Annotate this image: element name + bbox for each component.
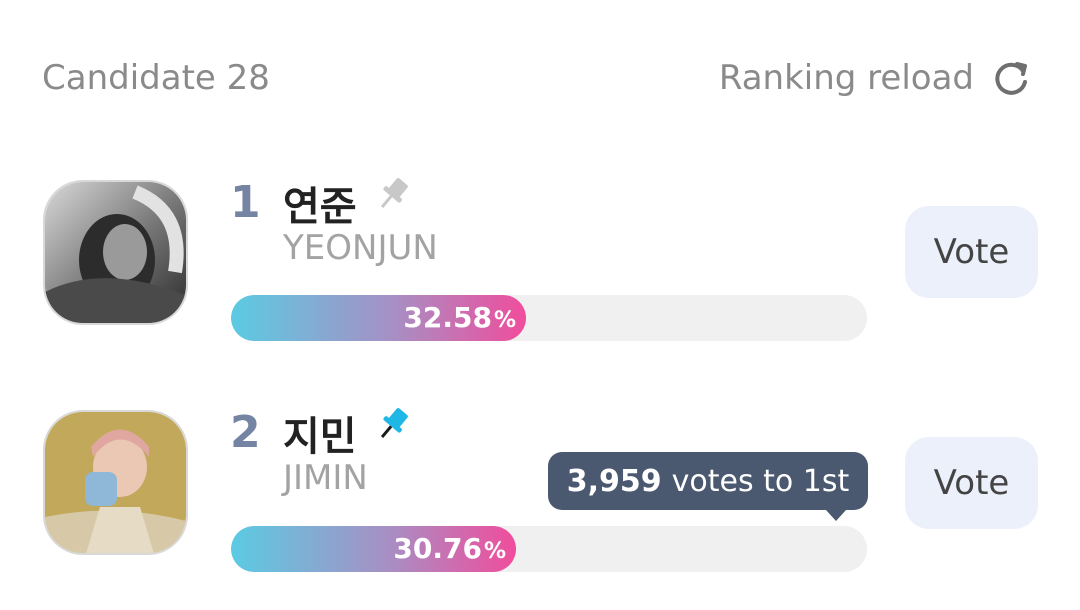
rank-number: 2 xyxy=(230,407,261,458)
vote-button[interactable]: Vote xyxy=(905,206,1038,298)
vote-percent-value: 32.58 xyxy=(403,301,492,334)
candidate-count: Candidate 28 xyxy=(42,58,270,98)
pin-icon[interactable] xyxy=(373,174,413,214)
pin-icon[interactable] xyxy=(373,404,413,444)
vote-progress-fill: 30.76% xyxy=(231,526,516,572)
ranking-reload-label: Ranking reload xyxy=(718,58,974,98)
vote-progress-fill: 32.58% xyxy=(231,295,526,341)
vote-percent: 30.76% xyxy=(393,526,506,572)
candidate-name-english: YEONJUN xyxy=(283,228,438,268)
vote-percent-value: 30.76 xyxy=(393,532,482,565)
vote-progress-bar: 32.58% xyxy=(231,295,867,341)
vote-percent-unit: % xyxy=(483,539,506,564)
rank-number: 1 xyxy=(230,177,261,228)
vote-percent-unit: % xyxy=(493,308,516,333)
tooltip-pointer xyxy=(826,510,846,521)
candidate-row-yeonjun: 1 연준 YEONJUN 32.58% Vote xyxy=(0,177,1080,380)
candidate-name-english: JIMIN xyxy=(283,458,368,498)
avatar xyxy=(43,180,188,325)
votes-gap-text: votes to 1st xyxy=(671,463,850,499)
ranking-reload-button[interactable]: Ranking reload xyxy=(719,58,1032,98)
votes-gap-count: 3,959 xyxy=(566,463,662,499)
votes-to-first-tooltip: 3,959 votes to 1st xyxy=(548,452,868,510)
avatar xyxy=(43,410,188,555)
candidate-name-korean: 지민 xyxy=(283,414,357,460)
vote-percent: 32.58% xyxy=(403,295,516,341)
vote-button[interactable]: Vote xyxy=(905,437,1038,529)
refresh-icon[interactable] xyxy=(992,58,1032,98)
vote-progress-bar: 30.76% xyxy=(231,526,867,572)
candidate-name-korean: 연준 xyxy=(283,184,357,230)
candidate-row-jimin: 2 지민 JIMIN 3,959 votes to 1st 30.76% Vot… xyxy=(0,407,1080,610)
